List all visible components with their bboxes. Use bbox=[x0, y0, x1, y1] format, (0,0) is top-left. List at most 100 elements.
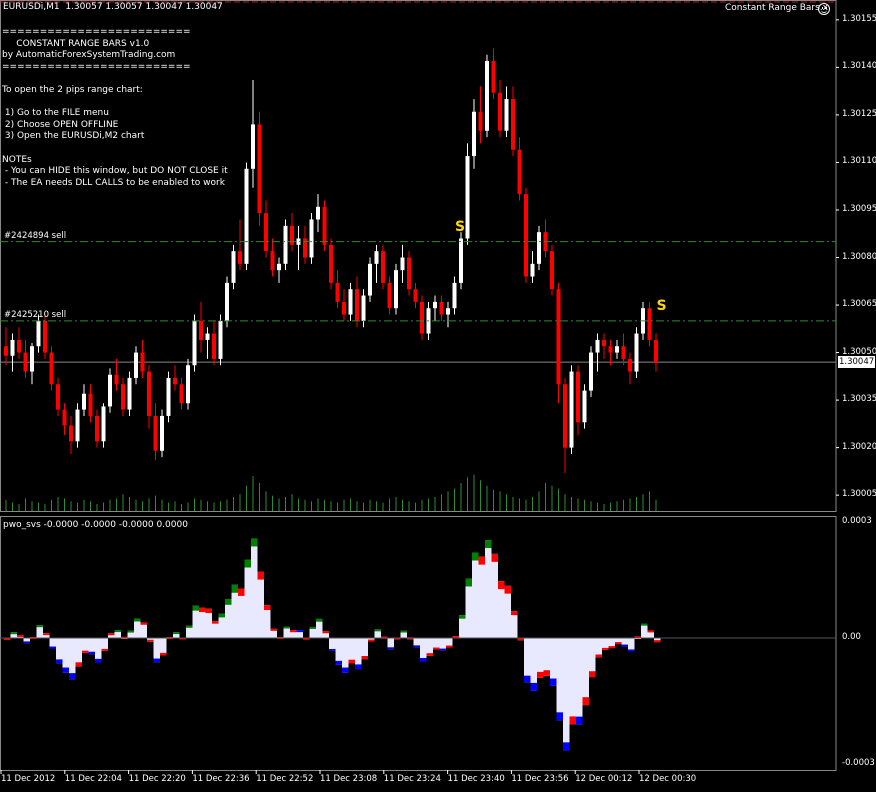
time-label: 11 Dec 23:56 bbox=[511, 774, 569, 784]
indicator-cap bbox=[23, 641, 30, 644]
info-line: ========================= bbox=[2, 61, 191, 72]
candle-body bbox=[563, 384, 567, 448]
indicator-cap bbox=[186, 625, 193, 628]
symbol-title: EURUSDi,M1 1.30057 1.30057 1.30047 1.300… bbox=[3, 2, 223, 12]
indicator-cap bbox=[82, 650, 89, 653]
candle-body bbox=[485, 61, 489, 131]
indicator-cap bbox=[264, 605, 271, 611]
indicator-cap bbox=[257, 571, 264, 580]
indicator-cap bbox=[530, 682, 537, 691]
candle-body bbox=[62, 409, 67, 426]
indicator-cap bbox=[251, 538, 258, 547]
indicator-cap bbox=[485, 540, 492, 549]
info-line: - You can HIDE this window, but DO NOT C… bbox=[2, 166, 228, 177]
indicator-cap bbox=[641, 623, 648, 626]
indicator-cap bbox=[569, 716, 576, 725]
candle-body bbox=[452, 282, 457, 309]
indicator-cap bbox=[439, 648, 446, 651]
indicator-title: pwo_svs -0.0000 -0.0000 -0.0000 0.0000 bbox=[3, 520, 188, 530]
candle-body bbox=[205, 333, 210, 340]
indicator-cap bbox=[10, 632, 17, 635]
current-price-label: 1.30047 bbox=[838, 356, 875, 368]
indicator-cap bbox=[75, 662, 82, 667]
indicator-cap bbox=[335, 660, 342, 665]
candle-body bbox=[524, 194, 528, 277]
indicator-cap bbox=[654, 640, 661, 643]
indicator-bar bbox=[485, 540, 492, 638]
indicator-cap bbox=[465, 578, 472, 587]
candle-body bbox=[10, 339, 15, 356]
sell-signal-marker: S bbox=[656, 298, 667, 315]
indicator-cap bbox=[95, 658, 102, 663]
indicator-bar bbox=[459, 615, 466, 638]
candle-body bbox=[465, 156, 470, 239]
indicator-cap bbox=[134, 618, 141, 622]
indicator-cap bbox=[459, 615, 466, 619]
indicator-cap bbox=[420, 657, 427, 662]
indicator-bar bbox=[537, 638, 544, 678]
indicator-cap bbox=[192, 605, 199, 611]
time-label: 11 Dec 23:08 bbox=[320, 774, 378, 784]
candle-body bbox=[517, 149, 522, 195]
indicator-cap bbox=[517, 638, 524, 641]
indicator-bar bbox=[524, 638, 531, 683]
candle-body bbox=[75, 409, 80, 442]
indicator-cap bbox=[88, 651, 95, 655]
indicator-cap bbox=[322, 631, 329, 634]
indicator-cap bbox=[56, 659, 63, 664]
candle-body bbox=[114, 374, 119, 385]
info-line: 3) Open the EURUSDi,M2 chart bbox=[2, 131, 145, 142]
candle-body bbox=[4, 346, 8, 356]
info-line bbox=[2, 97, 228, 109]
indicator-bar bbox=[257, 571, 264, 638]
candle-body bbox=[361, 295, 366, 321]
candle-body bbox=[368, 263, 372, 296]
indicator-cap bbox=[550, 678, 557, 686]
price-label: 1.30125 bbox=[842, 108, 876, 119]
price-label: 1.30005 bbox=[842, 489, 876, 500]
candle-body bbox=[101, 406, 106, 442]
price-label: 1.30110 bbox=[842, 156, 876, 167]
candle-body bbox=[322, 206, 327, 245]
indicator-cap bbox=[433, 647, 440, 650]
info-line bbox=[2, 73, 228, 85]
price-label: 1.30155 bbox=[842, 13, 876, 24]
candle-body bbox=[439, 301, 444, 315]
candle-body bbox=[498, 92, 502, 131]
indicator-cap bbox=[576, 716, 583, 725]
smiley-icon[interactable] bbox=[818, 3, 830, 15]
indicator-cap bbox=[160, 652, 167, 656]
candle-body bbox=[446, 308, 450, 315]
indicator-cap bbox=[153, 658, 160, 663]
price-label: 1.30095 bbox=[842, 203, 876, 214]
candle-body bbox=[147, 371, 151, 416]
indicator-cap bbox=[387, 647, 394, 650]
candle-body bbox=[199, 320, 203, 340]
candle-body bbox=[608, 346, 613, 353]
candle-body bbox=[95, 415, 99, 442]
indicator-bar bbox=[251, 538, 258, 638]
order-label: #2425210 sell bbox=[4, 309, 67, 320]
indicator-cap bbox=[342, 667, 349, 673]
indicator-bar bbox=[472, 552, 479, 638]
time-label: 11 Dec 23:24 bbox=[383, 774, 441, 784]
candle-body bbox=[381, 251, 385, 283]
candle-body bbox=[43, 320, 47, 353]
indicator-cap bbox=[608, 646, 615, 649]
indicator-bar bbox=[491, 553, 498, 638]
candle-body bbox=[108, 374, 112, 407]
candle-body bbox=[192, 320, 197, 366]
candle-body bbox=[420, 301, 424, 334]
candle-body bbox=[595, 339, 600, 353]
indicator-cap bbox=[49, 646, 56, 649]
candle-body bbox=[342, 301, 346, 315]
candle-body bbox=[244, 168, 249, 264]
candle-body bbox=[231, 251, 236, 283]
indicator-cap bbox=[621, 644, 628, 647]
candle-body bbox=[238, 251, 242, 264]
order-lines bbox=[0, 241, 836, 322]
candle-body bbox=[23, 352, 28, 372]
candle-body bbox=[504, 99, 509, 131]
candle-body bbox=[316, 206, 320, 220]
indicator-cap bbox=[602, 647, 609, 650]
